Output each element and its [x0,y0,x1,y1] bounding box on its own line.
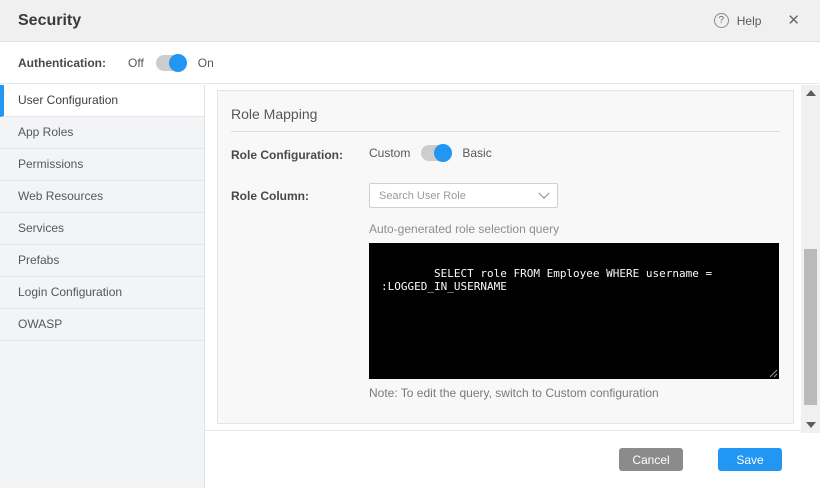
role-mapping-title: Role Mapping [231,106,317,122]
footer-divider [205,430,820,431]
query-editor[interactable]: SELECT role FROM Employee WHERE username… [369,243,779,379]
scrollbar-down-icon[interactable] [806,422,816,428]
sidebar-item-services[interactable]: Services [0,213,204,245]
help-icon[interactable]: ? [714,13,729,28]
auth-off-label: Off [128,56,144,70]
resize-handle-icon[interactable] [769,369,778,378]
role-configuration-label: Role Configuration: [231,148,343,162]
authentication-row: Authentication: Off On [0,42,820,84]
page-title: Security [18,12,81,30]
dropdown-placeholder: Search User Role [379,190,466,202]
sidebar-item-web-resources[interactable]: Web Resources [0,181,204,213]
toggle-knob [169,54,187,72]
role-mapping-card: Role Mapping Role Configuration: Custom … [217,90,794,424]
toggle-knob [434,144,452,162]
sidebar-item-app-roles[interactable]: App Roles [0,117,204,149]
cancel-button[interactable]: Cancel [619,448,683,471]
sidebar-item-permissions[interactable]: Permissions [0,149,204,181]
save-button[interactable]: Save [718,448,782,471]
chevron-down-icon [538,187,549,198]
header: Security ? Help ✕ [0,0,820,42]
auth-on-label: On [198,56,214,70]
help-label[interactable]: Help [737,14,762,28]
role-column-label: Role Column: [231,189,309,203]
sidebar: User Configuration App Roles Permissions… [0,85,205,488]
main-content: Role Mapping Role Configuration: Custom … [206,85,820,488]
basic-option-label: Basic [462,146,491,160]
role-configuration-toggle[interactable] [421,145,451,161]
role-configuration-controls: Custom Basic [369,141,492,165]
sidebar-item-user-configuration[interactable]: User Configuration [0,85,204,117]
header-actions: ? Help ✕ [714,13,800,28]
query-label: Auto-generated role selection query [369,222,559,236]
query-note: Note: To edit the query, switch to Custo… [369,386,659,400]
custom-option-label: Custom [369,146,410,160]
authentication-toggle[interactable] [156,55,186,71]
sidebar-item-login-configuration[interactable]: Login Configuration [0,277,204,309]
sidebar-item-prefabs[interactable]: Prefabs [0,245,204,277]
close-icon[interactable]: ✕ [787,13,800,28]
vertical-scrollbar[interactable] [801,85,820,433]
divider [231,131,780,132]
scrollbar-thumb[interactable] [804,249,817,405]
role-column-dropdown[interactable]: Search User Role [369,183,558,208]
security-dialog: Security ? Help ✕ Authentication: Off On… [0,0,820,488]
authentication-label: Authentication: [18,56,106,70]
scrollbar-up-icon[interactable] [806,90,816,96]
query-text: SELECT role FROM Employee WHERE username… [381,267,719,293]
sidebar-item-owasp[interactable]: OWASP [0,309,204,341]
